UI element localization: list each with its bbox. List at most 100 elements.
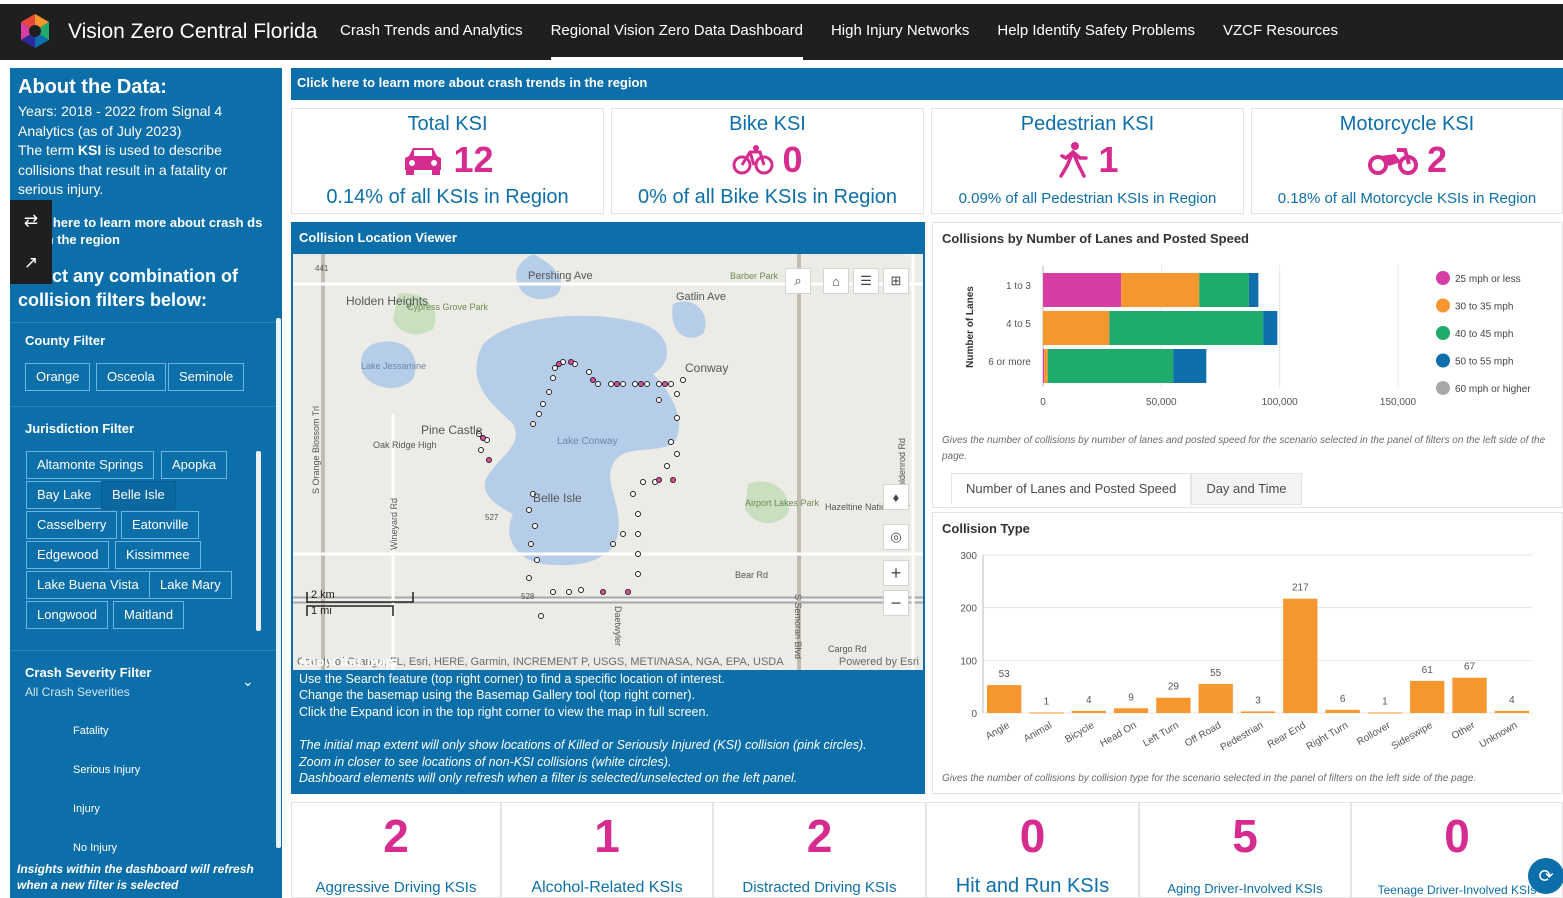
lanes-speed-panel: Collisions by Number of Lanes and Posted… [932,222,1563,508]
map-label: 528 [521,592,535,601]
map-label: Gatlin Ave [676,291,726,303]
chip-osceola[interactable]: Osceola [96,363,166,391]
tab-lanes-speed[interactable]: Number of Lanes and Posted Speed [951,473,1192,505]
chip-kissimmee[interactable]: Kissimmee [115,541,201,569]
chip-altamonte-springs[interactable]: Altamonte Springs [26,451,155,479]
nav-dashboard[interactable]: Regional Vision Zero Data Dashboard [537,4,817,60]
bar-value-label: 217 [1292,583,1309,594]
severity-injury[interactable]: Injury [73,803,100,815]
legend-label: 25 mph or less [1455,274,1521,285]
map-label: Wineyard Rd [389,498,399,550]
panel-footer: Insights within the dashboard will refre… [10,854,282,898]
category-label: Pedestrian [1219,720,1266,753]
jurisdiction-filter-label: Jurisdiction Filter [25,421,135,436]
search-icon[interactable]: ⌕ [785,268,811,294]
y-axis-label: Number of Lanes [965,286,976,368]
kpi-title: Motorcycle KSI [1339,113,1475,135]
kpi-value: 12 [453,139,494,180]
chip-seminole[interactable]: Seminole [168,363,245,391]
jurisdiction-scrollbar[interactable] [256,451,261,631]
tab-day-time[interactable]: Day and Time [1191,473,1302,505]
chip-lake-buena-vista[interactable]: Lake Buena Vista [26,571,150,599]
map-about-line: Use the Search feature (top right corner… [299,671,725,686]
bar-segment [1043,311,1110,345]
category-label: Off Road [1183,720,1223,749]
bar [1494,710,1529,713]
jurisdiction-filter: Jurisdiction Filter Altamonte Springs Ap… [10,406,278,650]
map-note-line: The initial map extent will only show lo… [299,738,867,752]
brand-title[interactable]: Vision Zero Central Florida [68,20,317,44]
map-label: Oak Ridge High [373,440,437,450]
chip-edgewood[interactable]: Edgewood [26,541,110,569]
metric-label: Aging Driver-Involved KSIs [1167,881,1323,896]
map-about-title: About this map: [299,654,398,669]
lanes-chart[interactable]: 0 50,000 100,000 150,000 Number of Lanes 1 to… [933,253,1562,443]
locate-icon[interactable]: ◎ [883,524,909,550]
bar [1325,709,1360,713]
metric-label: Hit and Run KSIs [955,875,1110,897]
zoom-out-icon[interactable]: − [883,590,909,616]
collision-map[interactable]: Pershing Ave Barber Park Gatlin Ave Hold… [293,254,923,670]
chip-orange[interactable]: Orange [25,363,91,391]
nav-high-injury[interactable]: High Injury Networks [817,4,983,60]
legend-label: 60 mph or higher [1455,384,1531,395]
collision-type-chart[interactable]: 0 100 200 300 53 Angle 1 Animal 4 Bicycle 9 Head On… [933,547,1562,773]
kpi-total-ksi: Total KSI 12 0.14% of all KSIs in Region [291,108,604,214]
chip-lake-mary[interactable]: Lake Mary [149,571,232,599]
bar-segment [1043,273,1122,307]
zoom-in-icon[interactable]: + [883,560,909,586]
top-nav: Vision Zero Central Florida Crash Trends… [0,0,1563,60]
lake-small-shape [672,301,706,338]
kpi-bike-ksi: Bike KSI 0 0% of all Bike KSIs in Region [611,108,924,214]
vzcf-logo-icon[interactable] [16,12,54,50]
refresh-icon[interactable]: ⟳ [1528,858,1563,894]
metric-value: 2 [806,810,833,862]
map-label: Pershing Ave [528,270,593,282]
map-note-line: Zoom in closer to see locations of non-K… [299,754,672,769]
bar [1113,708,1149,713]
metric-label: Alcohol-Related KSIs [531,879,683,896]
category-label: 6 or more [988,357,1031,368]
home-icon[interactable]: ⌂ [823,268,849,294]
chip-apopka[interactable]: Apopka [161,451,228,479]
x-tick-label: 150,000 [1380,397,1417,408]
severity-fatality[interactable]: Fatality [73,725,108,737]
y-tick-label: 300 [960,551,977,562]
panel-scrollbar[interactable] [276,318,281,848]
y-tick-label: 0 [971,709,977,720]
bar-segment [1199,273,1249,307]
kpi-title: Bike KSI [729,113,806,135]
metric-aggressive: 2 Aggressive Driving KSIs [291,802,501,898]
kpi-value: 2 [1426,139,1448,180]
chip-bay-lake[interactable]: Bay Lake [26,481,103,509]
category-label: Head On [1098,720,1138,750]
severity-no-injury[interactable]: No Injury [73,842,117,854]
select-heading-line1: ect any combination of [42,266,239,286]
layer-list-icon[interactable]: ☰ [853,268,879,294]
share-icon[interactable]: ↗ [10,242,52,284]
chip-maitland[interactable]: Maitland [113,601,185,629]
nav-safety-problems[interactable]: Help Identify Safety Problems [983,4,1209,60]
bar [1452,677,1487,713]
chip-belle-isle[interactable]: Belle Isle [101,481,176,509]
compass-icon[interactable]: ♦ [883,484,909,510]
map-label: 527 [485,513,499,522]
nav-resources[interactable]: VZCF Resources [1209,4,1352,60]
map-canvas[interactable]: Pershing Ave Barber Park Gatlin Ave Hold… [293,254,923,670]
learn-more-link[interactable]: k here to learn more about crash ds in t… [18,214,276,248]
translate-icon[interactable]: ⇄ [10,200,52,242]
chip-longwood[interactable]: Longwood [26,601,108,629]
legend-swatch [1436,271,1450,285]
severity-serious-injury[interactable]: Serious Injury [73,764,140,776]
chip-casselberry[interactable]: Casselberry [26,511,118,539]
bar [1029,712,1064,714]
crash-trends-banner[interactable]: Click here to learn more about crash tre… [291,68,1563,100]
bar [1410,680,1445,713]
chevron-down-icon[interactable]: ⌄ [242,673,254,690]
nav-crash-trends[interactable]: Crash Trends and Analytics [326,4,537,60]
chip-eatonville[interactable]: Eatonville [121,511,200,539]
category-label: Left Turn [1141,720,1181,749]
basemap-gallery-icon[interactable]: ⊞ [883,268,909,294]
severity-selected-value[interactable]: All Crash Severities [25,685,130,699]
severity-filter-label: Crash Severity Filter [25,665,152,680]
